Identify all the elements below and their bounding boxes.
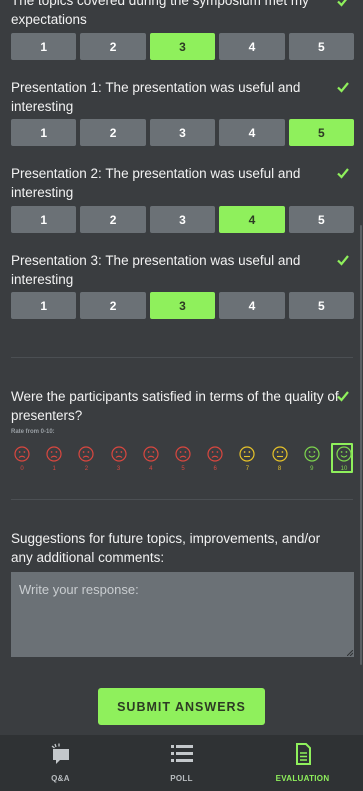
question-1-text: The topics covered during the symposium … (11, 0, 309, 27)
question-1-scale: 1 2 3 4 5 (11, 33, 355, 60)
scale-option[interactable]: 4 (219, 292, 285, 319)
rating-option[interactable]: 1 (43, 445, 65, 475)
scale-option[interactable]: 5 (288, 292, 355, 319)
question-4-text: Presentation 3: The presentation was use… (11, 253, 301, 287)
rating-option-number: 1 (52, 466, 56, 472)
scale-option[interactable]: 4 (219, 119, 285, 146)
rating-face-icon (271, 446, 288, 462)
scale-option[interactable]: 2 (80, 206, 146, 233)
question-3-scale: 1 2 3 4 5 (11, 206, 355, 233)
rating-face-icon (78, 446, 94, 462)
rating-face-icon (110, 446, 127, 462)
scale-option-selected[interactable]: 3 (149, 33, 216, 60)
rating-option[interactable]: 4 (140, 445, 162, 475)
scale-option[interactable]: 5 (288, 33, 355, 60)
scale-option[interactable]: 2 (80, 33, 146, 60)
rating-option[interactable]: 0 (11, 445, 33, 475)
rating-option-number: 10 (340, 466, 348, 472)
scale-option[interactable]: 1 (11, 33, 77, 60)
submit-answers-button[interactable]: SUBMIT ANSWERS (98, 688, 265, 725)
rating-option-number: 6 (213, 466, 217, 472)
scale-option-selected[interactable]: 4 (219, 206, 285, 233)
answered-check-icon (336, 389, 350, 403)
bottom-navigation: Q&A POLL EVALUATION (0, 735, 363, 791)
scale-option[interactable]: 2 (80, 119, 146, 146)
scale-option-selected[interactable]: 3 (149, 292, 216, 319)
scale-option-selected[interactable]: 5 (288, 119, 355, 146)
question-2-text: Presentation 1: The presentation was use… (11, 80, 301, 114)
qa-chat-icon (49, 743, 73, 765)
rating-option[interactable]: 8 (269, 445, 291, 475)
tab-evaluation[interactable]: EVALUATION (242, 735, 363, 791)
rating-face-icon (207, 446, 223, 462)
rating-option[interactable]: 9 (301, 445, 323, 475)
scale-option[interactable]: 3 (149, 206, 216, 233)
rating-option-number: 9 (310, 466, 314, 472)
rating-option[interactable]: 3 (108, 445, 130, 475)
question-4-scale: 1 2 3 4 5 (11, 292, 355, 319)
tab-qa[interactable]: Q&A (0, 735, 121, 791)
rating-option-number: 3 (116, 466, 121, 472)
scrollbar[interactable] (360, 225, 362, 665)
rating-option-number: 4 (149, 466, 153, 472)
rating-option-number: 8 (277, 466, 282, 472)
rating-face-icon (336, 446, 352, 462)
rating-option-number: 7 (245, 466, 250, 472)
suggestions-question-text: Suggestions for future topics, improveme… (11, 531, 321, 565)
tab-poll[interactable]: POLL (121, 735, 242, 791)
rating-option-number: 2 (84, 466, 89, 472)
rating-face-icon (239, 446, 255, 462)
rating-face-icon (175, 446, 191, 462)
rating-question-text: Were the participants satisfied in terms… (11, 389, 339, 423)
scale-option[interactable]: 4 (219, 33, 285, 60)
rating-face-icon (46, 446, 62, 462)
answered-check-icon (336, 0, 350, 8)
evaluation-document-icon (291, 743, 315, 765)
tab-qa-label: Q&A (51, 774, 70, 783)
scale-option[interactable]: 1 (11, 119, 77, 146)
answered-check-icon (336, 166, 350, 180)
rating-face-icon (14, 446, 30, 462)
evaluation-content: The topics covered during the symposium … (0, 0, 363, 735)
answered-check-icon (336, 80, 350, 94)
rating-face-icon (304, 446, 320, 462)
rating-scale: 0 1 2 3 4 5 6 7 8 9 10 (11, 443, 354, 475)
tab-evaluation-label: EVALUATION (275, 774, 330, 783)
rating-option-number: 0 (20, 466, 24, 472)
rating-option-number: 5 (181, 466, 185, 472)
rating-option[interactable]: 2 (75, 445, 97, 475)
rating-option[interactable]: 7 (236, 445, 258, 475)
scale-option[interactable]: 1 (11, 206, 77, 233)
section-divider (11, 499, 353, 500)
scale-option[interactable]: 1 (11, 292, 77, 319)
scale-option[interactable]: 3 (149, 119, 216, 146)
scale-option[interactable]: 2 (80, 292, 146, 319)
rating-hint: Rate from 0-10: (11, 429, 55, 435)
rating-option[interactable]: 6 (204, 445, 226, 475)
poll-list-icon (170, 743, 194, 765)
response-textarea[interactable] (11, 572, 354, 657)
scale-option[interactable]: 5 (288, 206, 355, 233)
rating-face-icon (143, 446, 159, 462)
tab-poll-label: POLL (170, 774, 193, 783)
rating-option[interactable]: 5 (172, 445, 194, 475)
rating-option-selected[interactable]: 10 (331, 443, 353, 473)
resize-grip-icon[interactable] (347, 650, 353, 656)
answered-check-icon (336, 253, 350, 267)
question-2-scale: 1 2 3 4 5 (11, 119, 355, 146)
question-3-text: Presentation 2: The presentation was use… (11, 166, 301, 200)
section-divider (11, 357, 353, 358)
